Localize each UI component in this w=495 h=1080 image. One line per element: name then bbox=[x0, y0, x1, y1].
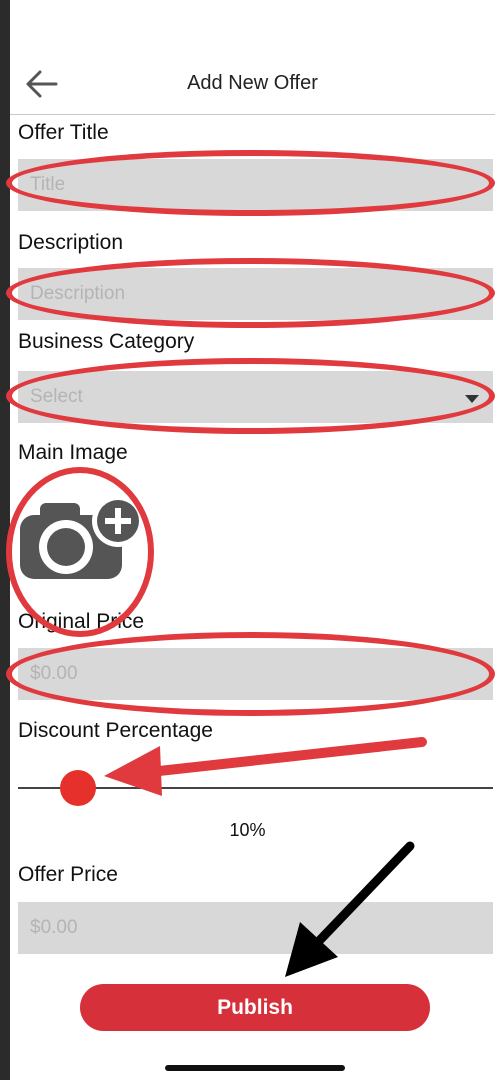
original-price-label: Original Price bbox=[18, 610, 145, 633]
discount-slider-thumb[interactable] bbox=[60, 770, 96, 806]
offer-title-input[interactable]: Title bbox=[18, 159, 493, 211]
app-header: Add New Offer bbox=[10, 0, 495, 115]
original-price-input[interactable]: $0.00 bbox=[18, 648, 493, 700]
left-edge-bar bbox=[0, 0, 10, 1080]
add-image-button[interactable] bbox=[18, 485, 144, 590]
dropdown-caret-icon bbox=[465, 395, 479, 403]
description-label: Description bbox=[18, 231, 124, 254]
page-title: Add New Offer bbox=[187, 72, 318, 94]
offer-price-label: Offer Price bbox=[18, 863, 118, 886]
discount-value: 10% bbox=[229, 820, 266, 840]
offer-price-field: $0.00 bbox=[18, 902, 493, 954]
main-image-label: Main Image bbox=[18, 441, 128, 464]
header-divider bbox=[10, 114, 495, 115]
camera-add-icon bbox=[20, 495, 144, 579]
business-category-select[interactable]: Select bbox=[18, 371, 493, 423]
description-input[interactable]: Description bbox=[18, 268, 493, 320]
discount-percentage-label: Discount Percentage bbox=[18, 719, 213, 742]
publish-button[interactable]: Publish bbox=[80, 984, 430, 1031]
business-category-label: Business Category bbox=[18, 330, 195, 353]
home-indicator bbox=[165, 1065, 345, 1071]
select-value: Select bbox=[30, 386, 83, 407]
offer-title-label: Offer Title bbox=[18, 121, 109, 144]
red-arrow-shaft bbox=[145, 737, 427, 777]
